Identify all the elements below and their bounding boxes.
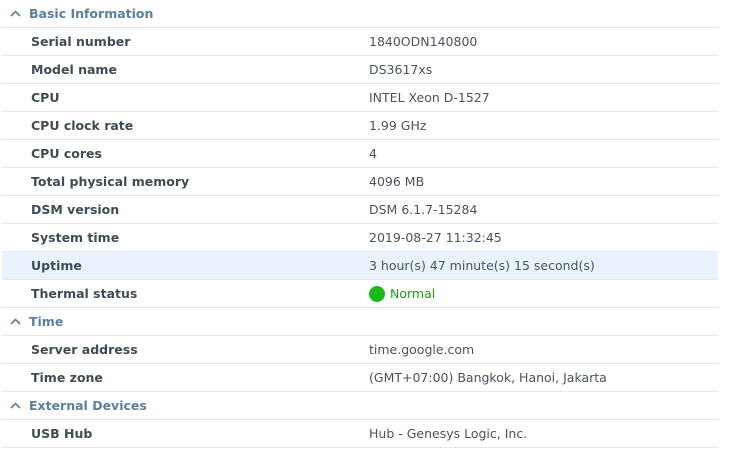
info-row-serial-number: Serial number 1840ODN140800 — [2, 28, 718, 56]
chevron-up-icon[interactable] — [9, 316, 21, 328]
row-value: 3 hour(s) 47 minute(s) 15 second(s) — [369, 258, 595, 273]
row-label: Uptime — [31, 258, 82, 273]
row-value: DSM 6.1.7-15284 — [369, 202, 478, 217]
row-value: time.google.com — [369, 342, 475, 357]
thermal-status-text: Normal — [390, 286, 436, 301]
info-row-cpu-clock-rate: CPU clock rate 1.99 GHz — [2, 112, 718, 140]
section-header-time[interactable]: Time — [2, 308, 718, 336]
info-row-thermal-status: Thermal status Normal — [2, 280, 718, 308]
row-label: Serial number — [31, 34, 131, 49]
info-row-model-name: Model name DS3617xs — [2, 56, 718, 84]
row-value: 1840ODN140800 — [369, 34, 478, 49]
row-value: 1.99 GHz — [369, 118, 427, 133]
chevron-up-icon[interactable] — [9, 8, 21, 20]
row-value: 4096 MB — [369, 174, 425, 189]
row-value: 4 — [369, 146, 377, 161]
status-dot-icon — [369, 285, 385, 302]
info-row-dsm-version: DSM version DSM 6.1.7-15284 — [2, 196, 718, 224]
row-label: USB Hub — [31, 426, 93, 441]
info-row-uptime[interactable]: Uptime 3 hour(s) 47 minute(s) 15 second(… — [2, 252, 718, 280]
row-value: DS3617xs — [369, 62, 433, 77]
section-header-basic-information[interactable]: Basic Information — [2, 0, 718, 28]
info-row-usb-hub: USB Hub Hub - Genesys Logic, Inc. — [2, 420, 718, 448]
row-label: CPU — [31, 90, 60, 105]
row-value: INTEL Xeon D-1527 — [369, 90, 490, 105]
info-row-total-physical-memory: Total physical memory 4096 MB — [2, 168, 718, 196]
chevron-up-icon[interactable] — [9, 400, 21, 412]
row-label: DSM version — [31, 202, 120, 217]
info-row-cpu-cores: CPU cores 4 — [2, 140, 718, 168]
section-header-external-devices[interactable]: External Devices — [2, 392, 718, 420]
row-value: 2019-08-27 11:32:45 — [369, 230, 502, 245]
info-row-system-time: System time 2019-08-27 11:32:45 — [2, 224, 718, 252]
section-title: Basic Information — [29, 6, 154, 21]
info-row-server-address: Server address time.google.com — [2, 336, 718, 364]
info-panel: Basic Information Serial number 1840ODN1… — [2, 0, 718, 448]
row-value: Hub - Genesys Logic, Inc. — [369, 426, 528, 441]
row-label: CPU clock rate — [31, 118, 134, 133]
row-value: Normal — [369, 285, 436, 302]
section-title: Time — [29, 314, 64, 329]
section-title: External Devices — [29, 398, 147, 413]
row-label: CPU cores — [31, 146, 102, 161]
row-label: Thermal status — [31, 286, 138, 301]
info-row-cpu: CPU INTEL Xeon D-1527 — [2, 84, 718, 112]
row-value: (GMT+07:00) Bangkok, Hanoi, Jakarta — [369, 370, 607, 385]
row-label: Model name — [31, 62, 117, 77]
row-label: Total physical memory — [31, 174, 190, 189]
row-label: Time zone — [31, 370, 103, 385]
row-label: Server address — [31, 342, 138, 357]
info-row-time-zone: Time zone (GMT+07:00) Bangkok, Hanoi, Ja… — [2, 364, 718, 392]
row-label: System time — [31, 230, 120, 245]
